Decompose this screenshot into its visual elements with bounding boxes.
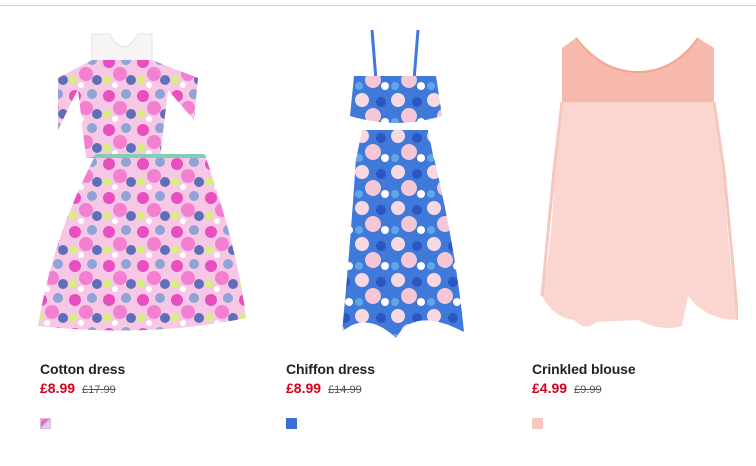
product-name[interactable]: Crinkled blouse (532, 361, 636, 377)
product-card-chiffon-dress[interactable]: Chiffon dress £8.99 £14.99 (246, 0, 492, 466)
original-price: £14.99 (328, 384, 362, 396)
sale-price: £4.99 (532, 380, 568, 396)
product-image[interactable] (0, 20, 246, 342)
sale-price: £8.99 (286, 380, 322, 396)
color-swatch[interactable] (40, 418, 51, 429)
product-image[interactable] (246, 20, 492, 342)
floral-pink-dress-image (38, 33, 246, 331)
product-image[interactable] (492, 20, 738, 342)
floral-blue-dress-image (342, 29, 464, 338)
product-card-crinkled-blouse[interactable]: Crinkled blouse £4.99 £9.99 (492, 0, 738, 466)
original-price: £9.99 (574, 384, 602, 396)
color-swatch[interactable] (286, 418, 297, 429)
price-row: £8.99 £14.99 (286, 380, 362, 396)
sale-price: £8.99 (40, 380, 76, 396)
price-row: £4.99 £9.99 (532, 380, 602, 396)
product-name[interactable]: Chiffon dress (286, 361, 375, 377)
product-card-cotton-dress[interactable]: Cotton dress £8.99 £17.99 (0, 0, 246, 466)
original-price: £17.99 (82, 384, 116, 396)
pink-blouse-image (540, 37, 738, 328)
color-swatch[interactable] (532, 418, 543, 429)
product-name[interactable]: Cotton dress (40, 361, 125, 377)
price-row: £8.99 £17.99 (40, 380, 116, 396)
